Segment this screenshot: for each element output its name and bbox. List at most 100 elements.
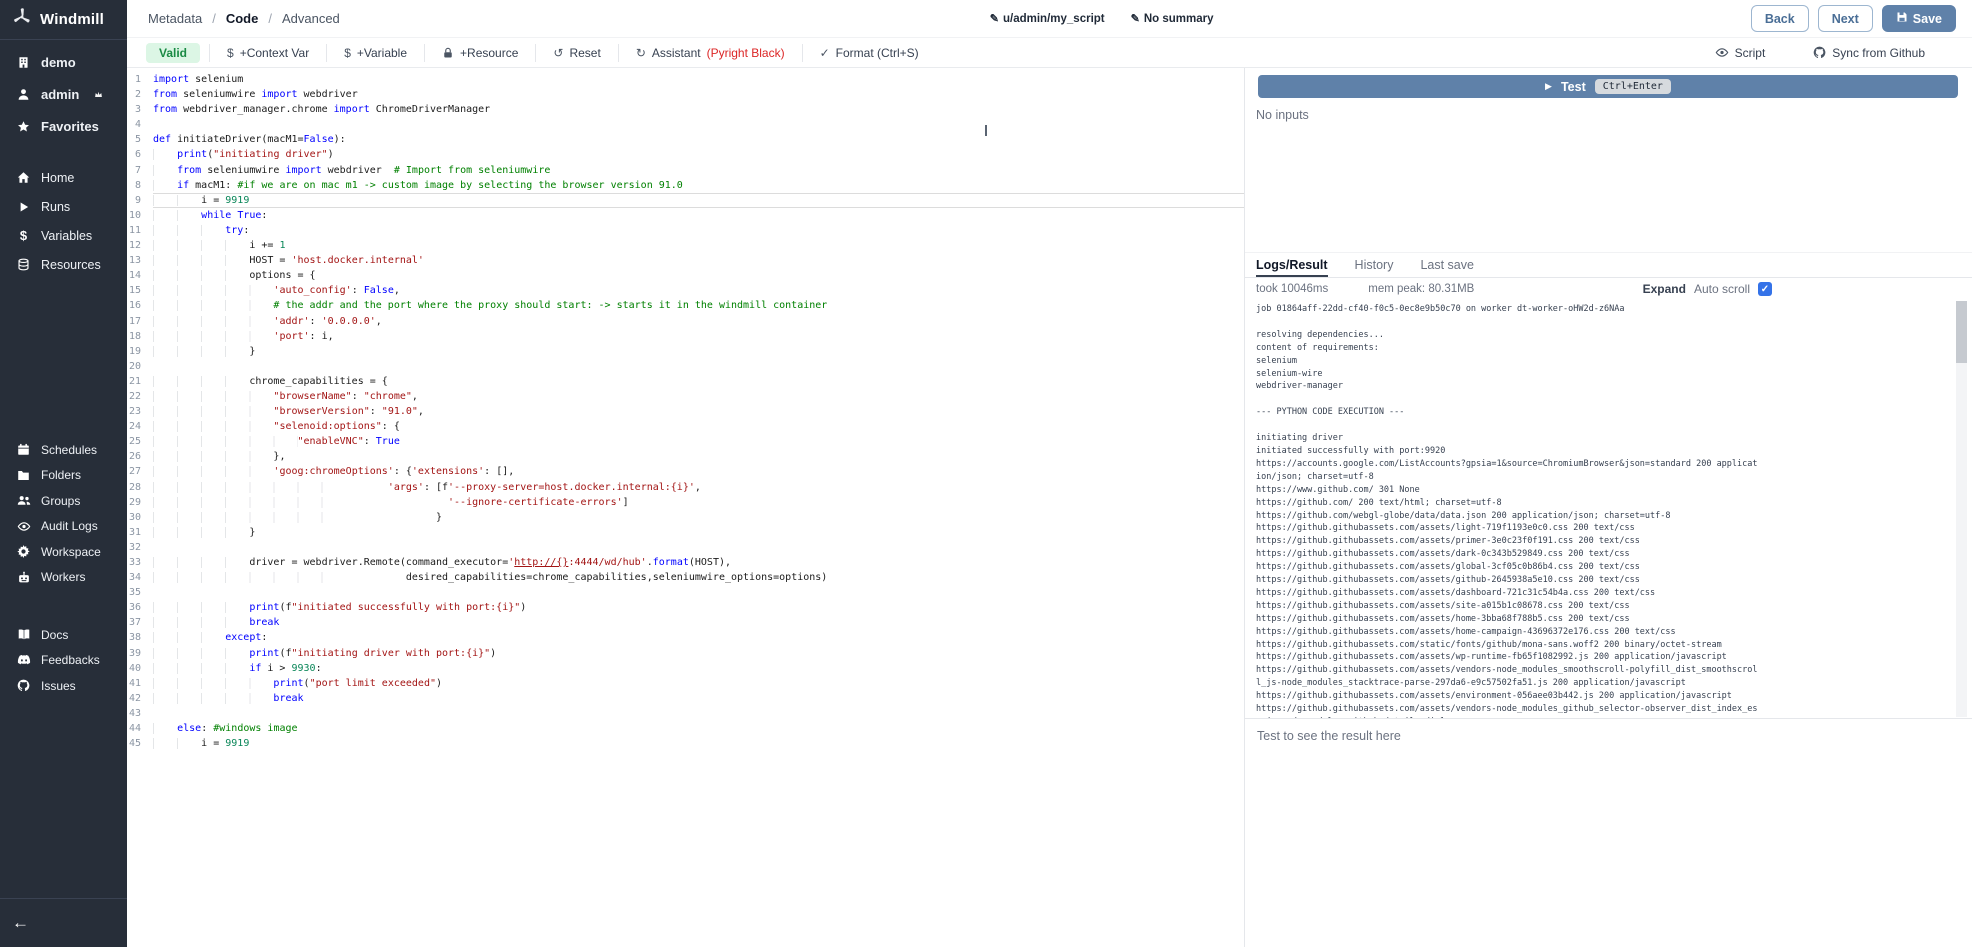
line-number: 30 bbox=[127, 510, 153, 525]
sidebar-item-favorites[interactable]: Favorites bbox=[0, 110, 127, 142]
line-number: 28 bbox=[127, 480, 153, 495]
sidebar-item-folders[interactable]: Folders bbox=[0, 463, 127, 489]
sidebar-item-label: Audit Logs bbox=[41, 519, 98, 533]
sidebar-item-feedbacks[interactable]: Feedbacks bbox=[0, 648, 127, 674]
sidebar-item-workers[interactable]: Workers bbox=[0, 565, 127, 591]
toolbar-button-label: +Variable bbox=[357, 46, 407, 60]
pencil-icon: ✎ bbox=[990, 12, 999, 25]
line-number: 25 bbox=[127, 434, 153, 449]
logs-output: job 01864aff-22dd-cf40-f0c5-0ec8e9b50c70… bbox=[1256, 303, 1759, 718]
editor-toolbar: Valid $+Context Var$+Variable+Resource↺R… bbox=[127, 38, 1972, 68]
sidebar-item-label: Resources bbox=[41, 258, 101, 272]
code-line-12: 12 i += 1 bbox=[127, 238, 1244, 253]
logs-panel[interactable]: job 01864aff-22dd-cf40-f0c5-0ec8e9b50c70… bbox=[1245, 300, 1972, 718]
line-number: 24 bbox=[127, 419, 153, 434]
run-meta-row: took 10046ms mem peak: 80.31MB Expand Au… bbox=[1245, 278, 1772, 300]
tab-advanced[interactable]: Advanced bbox=[282, 11, 340, 26]
line-number: 7 bbox=[127, 163, 153, 178]
line-number: 9 bbox=[127, 193, 153, 208]
tab-metadata[interactable]: Metadata bbox=[148, 11, 202, 26]
context-var-button[interactable]: $+Context Var bbox=[210, 46, 326, 60]
autoscroll-checkbox[interactable] bbox=[1758, 282, 1772, 296]
code-editor[interactable]: 1import selenium2from seleniumwire impor… bbox=[127, 68, 1245, 947]
tab-last-save[interactable]: Last save bbox=[1420, 253, 1474, 277]
code-line-18: 18 'port': i, bbox=[127, 329, 1244, 344]
code-line-10: 10 while True: bbox=[127, 208, 1244, 223]
code-line-4: 4 bbox=[127, 117, 1244, 132]
sidebar-item-variables[interactable]: $ Variables bbox=[0, 221, 127, 250]
line-number: 19 bbox=[127, 344, 153, 359]
line-number: 22 bbox=[127, 389, 153, 404]
sidebar-item-demo[interactable]: demo bbox=[0, 46, 127, 78]
sidebar-item-groups[interactable]: Groups bbox=[0, 488, 127, 514]
script-summary-label: No summary bbox=[1144, 13, 1214, 25]
github-icon bbox=[16, 679, 31, 692]
tab-code[interactable]: Code bbox=[226, 11, 259, 26]
sidebar-item-docs[interactable]: Docs bbox=[0, 622, 127, 648]
bot-icon bbox=[16, 571, 31, 584]
tab-history[interactable]: History bbox=[1355, 253, 1394, 277]
line-number: 20 bbox=[127, 359, 153, 374]
tab-logs-result[interactable]: Logs/Result bbox=[1256, 253, 1328, 277]
save-button[interactable]: Save bbox=[1882, 5, 1956, 32]
home-icon bbox=[16, 171, 31, 184]
sidebar-item-admin[interactable]: admin bbox=[0, 78, 127, 110]
sidebar-item-resources[interactable]: Resources bbox=[0, 250, 127, 279]
toolbar-button-label: Script bbox=[1735, 46, 1766, 60]
play-icon: ▶ bbox=[1545, 81, 1552, 92]
sync-from-github-button[interactable]: Sync from Github bbox=[1796, 46, 1942, 60]
test-button-label: Test bbox=[1561, 80, 1586, 94]
code-line-34: 34 desired_capabilities=chrome_capabilit… bbox=[127, 570, 1244, 585]
line-number: 45 bbox=[127, 736, 153, 751]
sidebar: Windmill demoadminFavorites Home Runs $ Vari… bbox=[0, 0, 127, 947]
line-number: 18 bbox=[127, 329, 153, 344]
sidebar-item-schedules[interactable]: Schedules bbox=[0, 437, 127, 463]
toolbar-button-label: Assistant bbox=[652, 46, 701, 60]
sidebar-item-label: Groups bbox=[41, 494, 80, 508]
dollar-icon: $ bbox=[16, 228, 31, 243]
code-line-42: 42 break bbox=[127, 691, 1244, 706]
code-line-2: 2from seleniumwire import webdriver bbox=[127, 87, 1244, 102]
expand-button[interactable]: Expand bbox=[1643, 282, 1686, 296]
script-button[interactable]: Script bbox=[1698, 46, 1783, 60]
code-line-7: 7 from seleniumwire import webdriver # I… bbox=[127, 163, 1244, 178]
sidebar-item-runs[interactable]: Runs bbox=[0, 192, 127, 221]
sidebar-item-audit-logs[interactable]: Audit Logs bbox=[0, 514, 127, 540]
sidebar-item-label: Workspace bbox=[41, 545, 101, 559]
reset-button[interactable]: ↺Reset bbox=[536, 46, 617, 60]
format-ctrl-s-button[interactable]: ✓Format (Ctrl+S) bbox=[803, 46, 936, 60]
sidebar-collapse[interactable]: ← bbox=[0, 898, 127, 947]
script-summary[interactable]: ✎ No summary bbox=[1131, 12, 1214, 25]
line-number: 35 bbox=[127, 585, 153, 600]
code-line-38: 38 except: bbox=[127, 630, 1244, 645]
sidebar-item-label: Schedules bbox=[41, 443, 97, 457]
line-number: 39 bbox=[127, 646, 153, 661]
toolbar-button-label: +Resource bbox=[460, 46, 518, 60]
line-number: 27 bbox=[127, 464, 153, 479]
next-button[interactable]: Next bbox=[1818, 5, 1873, 32]
code-line-35: 35 bbox=[127, 585, 1244, 600]
scrollbar-thumb[interactable] bbox=[1956, 301, 1967, 363]
sidebar-item-home[interactable]: Home bbox=[0, 163, 127, 192]
line-number: 3 bbox=[127, 102, 153, 117]
code-line-9: 9 i = 9919 bbox=[127, 193, 1244, 208]
logs-scrollbar[interactable] bbox=[1956, 301, 1967, 717]
variable-button[interactable]: $+Variable bbox=[327, 46, 424, 60]
assistant-button[interactable]: ↻Assistant(Pyright Black) bbox=[619, 46, 802, 60]
sidebar-item-workspace[interactable]: Workspace bbox=[0, 539, 127, 565]
resource-button[interactable]: +Resource bbox=[425, 46, 535, 60]
duration-label: took 10046ms bbox=[1256, 283, 1328, 295]
line-number: 8 bbox=[127, 178, 153, 193]
back-button[interactable]: Back bbox=[1751, 5, 1809, 32]
sidebar-item-label: Variables bbox=[41, 229, 92, 243]
editor-overview-mark bbox=[985, 125, 987, 136]
sidebar-item-issues[interactable]: Issues bbox=[0, 673, 127, 699]
sidebar-item-label: Home bbox=[41, 171, 74, 185]
breadcrumb-separator: / bbox=[212, 11, 216, 26]
script-path[interactable]: ✎ u/admin/my_script bbox=[990, 12, 1105, 25]
no-inputs-label: No inputs bbox=[1256, 108, 1972, 122]
code-line-22: 22 "browserName": "chrome", bbox=[127, 389, 1244, 404]
test-button[interactable]: ▶ Test Ctrl+Enter bbox=[1258, 75, 1958, 98]
code-line-20: 20 bbox=[127, 359, 1244, 374]
app-logo[interactable]: Windmill bbox=[0, 0, 127, 40]
